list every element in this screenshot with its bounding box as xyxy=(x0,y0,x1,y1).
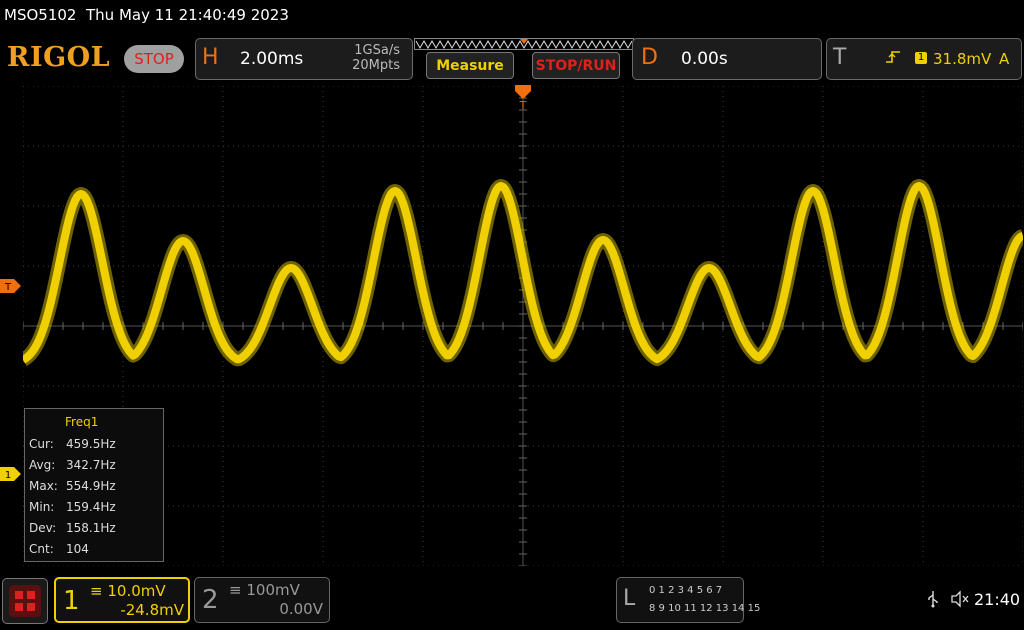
waveform-grid[interactable] xyxy=(23,86,1023,566)
timebase-value: 2.00ms xyxy=(240,49,304,69)
trigger-level-marker[interactable]: T xyxy=(0,279,22,293)
channel2-scale: ≡ 100mV xyxy=(229,581,300,599)
rising-edge-icon xyxy=(885,49,901,69)
run-state-badge[interactable]: STOP xyxy=(124,45,184,73)
measurement-results-panel[interactable]: Freq1 Cur: 459.5Hz Avg: 342.7Hz Max: 554.9H… xyxy=(24,408,164,562)
trigger-position-marker[interactable]: T xyxy=(515,85,531,111)
memory-depth: 20Mpts xyxy=(352,58,400,73)
svg-text:T: T xyxy=(519,99,527,111)
channel1-offset-marker[interactable]: 1 xyxy=(0,467,22,481)
measurement-row: Avg: 342.7Hz xyxy=(29,458,159,472)
measurement-row: Max: 554.9Hz xyxy=(29,479,159,493)
horizontal-panel[interactable]: H 2.00ms 1GSa/s 20Mpts xyxy=(195,38,413,80)
logic-analyzer-letter: L xyxy=(623,586,636,611)
delay-panel[interactable]: D 0.00s xyxy=(632,38,822,80)
measurement-value: 159.4Hz xyxy=(66,500,116,514)
brand-logo: RIGOL xyxy=(7,42,111,73)
system-clock: 21:40 xyxy=(974,590,1021,609)
channel1-scale-value: 10.0mV xyxy=(107,582,166,600)
trigger-mode: A xyxy=(999,50,1010,68)
status-line: MSO5102 Thu May 11 21:40:49 2023 xyxy=(4,6,289,24)
trigger-letter: T xyxy=(833,45,847,70)
graticule-axes xyxy=(23,86,1023,566)
usb-icon xyxy=(926,590,940,612)
channel2-offset: 0.00V xyxy=(279,600,323,618)
channel2-panel[interactable]: 2 ≡ 100mV 0.00V xyxy=(194,577,330,623)
measurement-label: Dev: xyxy=(29,521,57,535)
main-menu-button[interactable] xyxy=(2,578,48,624)
measurement-label: Cur: xyxy=(29,437,54,451)
measurement-label: Min: xyxy=(29,500,55,514)
measurement-value: 342.7Hz xyxy=(66,458,116,472)
measurement-row: Dev: 158.1Hz xyxy=(29,521,159,535)
memory-overview-waveform xyxy=(414,38,634,50)
measurement-row: Cnt: 104 xyxy=(29,542,159,556)
delay-letter: D xyxy=(641,45,658,70)
channel1-scale: ≡ 10.0mV xyxy=(90,582,166,600)
measurement-value: 554.9Hz xyxy=(66,479,116,493)
trigger-level: 31.8mV xyxy=(933,50,992,68)
measurement-value: 459.5Hz xyxy=(66,437,116,451)
dc-coupling-icon: ≡ xyxy=(229,581,242,599)
channel2-number: 2 xyxy=(202,585,219,615)
measurement-label: Max: xyxy=(29,479,58,493)
model-name: MSO5102 xyxy=(4,6,77,24)
trigger-source-badge: 1 xyxy=(915,52,927,64)
horizontal-letter: H xyxy=(202,45,219,70)
measurement-row: Cur: 459.5Hz xyxy=(29,437,159,451)
measurement-title: Freq1 xyxy=(65,415,99,429)
measurement-label: Cnt: xyxy=(29,542,54,556)
sample-rate: 1GSa/s xyxy=(354,43,400,58)
grid-menu-icon xyxy=(9,585,41,617)
stop-run-button[interactable]: STOP/RUN xyxy=(532,52,620,79)
measurement-label: Avg: xyxy=(29,458,56,472)
speaker-muted-icon[interactable] xyxy=(950,590,970,612)
measurement-value: 104 xyxy=(66,542,89,556)
delay-value: 0.00s xyxy=(681,49,728,69)
logic-analyzer-panel[interactable]: L 0 1 2 3 4 5 6 7 8 9 10 11 12 13 14 15 xyxy=(616,577,760,623)
measure-button[interactable]: Measure xyxy=(426,52,514,79)
channel1-offset: -24.8mV xyxy=(120,601,184,619)
trigger-panel[interactable]: T 1 31.8mV A xyxy=(826,38,1022,80)
measurement-row: Min: 159.4Hz xyxy=(29,500,159,514)
digital-channels-row1: 0 1 2 3 4 5 6 7 xyxy=(649,585,723,596)
channel1-number: 1 xyxy=(63,586,80,616)
trigger-level-marker-label: T xyxy=(4,282,12,293)
measurement-value: 158.1Hz xyxy=(66,521,116,535)
channel1-panel[interactable]: 1 ≡ 10.0mV -24.8mV xyxy=(54,577,190,623)
digital-channels-row2: 8 9 10 11 12 13 14 15 xyxy=(649,603,761,614)
acquisition-info: 1GSa/s 20Mpts xyxy=(344,43,400,73)
channel2-scale-value: 100mV xyxy=(246,581,300,599)
datetime: Thu May 11 21:40:49 2023 xyxy=(86,6,289,24)
dc-coupling-icon: ≡ xyxy=(90,582,103,600)
channel1-marker-label: 1 xyxy=(5,470,11,481)
